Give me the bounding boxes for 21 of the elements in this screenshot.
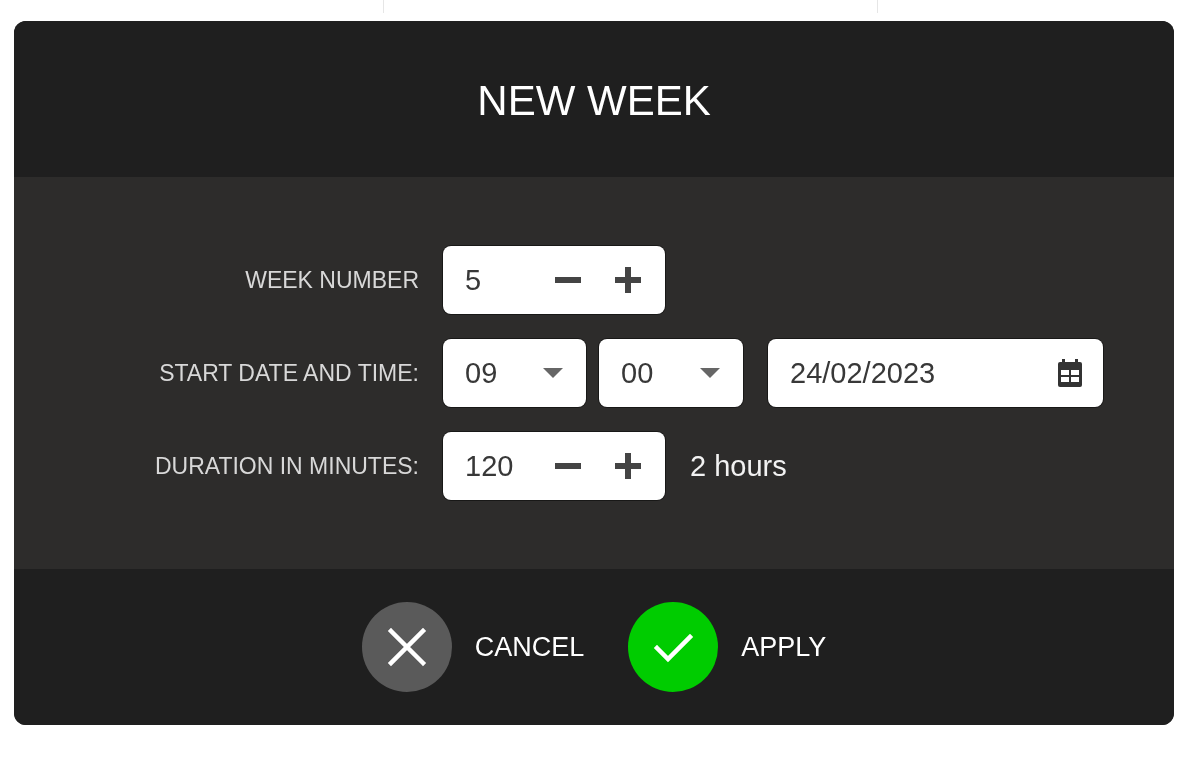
date-field[interactable]: 24/02/2023 — [768, 339, 1103, 407]
field-label: DURATION IN MINUTES: — [153, 452, 419, 480]
checkmark-icon — [628, 602, 719, 692]
duration-hint: 2 hours — [690, 449, 787, 483]
hour-dropdown[interactable]: 09 — [443, 339, 586, 407]
caret-icon — [700, 368, 720, 378]
number-input[interactable]: 120 — [443, 432, 538, 500]
field-label: WEEK NUMBER — [244, 266, 419, 294]
apply-button[interactable]: APPLY — [628, 602, 827, 692]
plus-icon — [615, 267, 641, 293]
dialog-title: NEW WEEK — [477, 80, 711, 122]
close-icon — [361, 602, 452, 692]
number-input[interactable]: 5 — [443, 246, 538, 314]
minus-icon — [555, 277, 581, 283]
cancel-button[interactable]: CANCEL — [361, 602, 585, 692]
plus-icon — [615, 453, 641, 479]
caret-icon — [543, 368, 563, 378]
minute-dropdown[interactable]: 00 — [599, 339, 743, 407]
minus-icon — [555, 463, 581, 469]
calendar-icon — [1058, 359, 1082, 387]
field-label: START DATE AND TIME: — [158, 359, 419, 387]
